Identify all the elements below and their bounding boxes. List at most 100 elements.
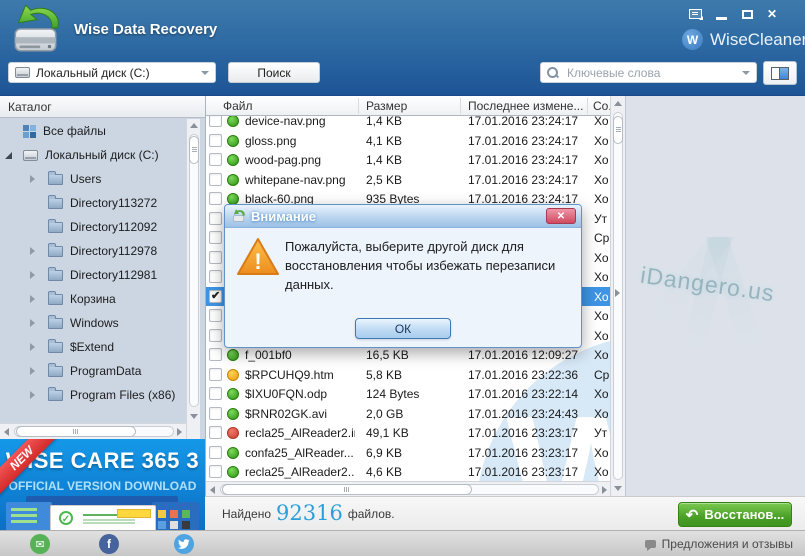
title-bar: Wise Data Recovery ✕ W WiseCleaner Локал… <box>0 0 805 95</box>
table-row[interactable]: confa25_AlReader...6,9 KB17.01.2016 23:2… <box>206 443 610 463</box>
expand-arrow-icon[interactable] <box>30 391 35 399</box>
file-modified: 17.01.2016 23:24:17 <box>468 134 578 148</box>
file-status: Хо <box>594 309 609 323</box>
tree-item[interactable]: Users <box>0 167 186 191</box>
tree-item[interactable]: Корзина <box>0 287 186 311</box>
column-header-modified[interactable]: Последнее измене... <box>468 99 583 113</box>
table-row[interactable]: $RPCUHQ9.htm5,8 KB17.01.2016 23:22:36Ср <box>206 365 610 385</box>
expand-arrow-icon[interactable] <box>30 319 35 327</box>
table-row[interactable]: recla25_AlReader2.ini49,1 KB17.01.2016 2… <box>206 423 610 443</box>
expand-arrow-icon[interactable] <box>30 271 35 279</box>
recover-button[interactable]: ↶ Восстанов... <box>678 502 792 527</box>
keyword-input[interactable] <box>565 65 742 81</box>
collapse-arrow-icon[interactable] <box>5 152 12 159</box>
tree-item-label: Корзина <box>70 292 116 306</box>
row-checkbox[interactable] <box>209 387 222 400</box>
column-header-file[interactable]: Файл <box>223 99 253 113</box>
status-bar: Найдено 92316 файлов. ↶ Восстанов... <box>205 496 805 530</box>
search-button[interactable]: Поиск <box>228 62 320 83</box>
tree-item[interactable]: $Extend <box>0 335 186 359</box>
preview-panel-toggle-button[interactable] <box>763 61 797 85</box>
file-name: gloss.png <box>245 134 296 148</box>
tree-item[interactable]: Directory112981 <box>0 263 186 287</box>
row-checkbox[interactable] <box>209 465 222 478</box>
row-checkbox[interactable] <box>209 407 222 420</box>
table-row[interactable]: gloss.png4,1 KB17.01.2016 23:24:17Хо <box>206 131 610 151</box>
minimize-icon[interactable] <box>709 4 733 24</box>
row-checkbox[interactable] <box>209 173 222 186</box>
wisecleaner-logo-icon: W <box>682 29 703 50</box>
file-status: Хо <box>594 446 609 460</box>
wise-care-promo-banner[interactable]: WISE CARE 365 3 OFFICIAL VERSION DOWNLOA… <box>0 439 205 532</box>
file-size: 1,4 KB <box>366 114 402 128</box>
file-modified: 17.01.2016 23:22:14 <box>468 387 578 401</box>
ok-button[interactable]: ОК <box>355 318 451 339</box>
tree-item[interactable]: Program Files (x86) <box>0 383 186 407</box>
row-checkbox[interactable] <box>209 251 222 264</box>
row-checkbox[interactable] <box>209 212 222 225</box>
row-checkbox[interactable] <box>209 192 222 205</box>
sidebar-vertical-scrollbar[interactable] <box>186 119 200 439</box>
status-dot-icon <box>227 369 239 381</box>
tree-item[interactable]: Directory113272 <box>0 191 186 215</box>
file-name: recla25_AlReader2.ini <box>245 426 355 440</box>
menu-icon[interactable] <box>683 4 707 24</box>
tree-item[interactable]: Directory112978 <box>0 239 186 263</box>
row-checkbox[interactable] <box>209 290 222 303</box>
tree-item[interactable]: Windows <box>0 311 186 335</box>
column-header-size[interactable]: Размер <box>366 99 407 113</box>
row-checkbox[interactable] <box>209 426 222 439</box>
expand-arrow-icon[interactable] <box>30 295 35 303</box>
recover-arrow-icon: ↶ <box>686 506 699 524</box>
table-row[interactable]: $IXU0FQN.odp124 Bytes17.01.2016 23:22:14… <box>206 384 610 404</box>
table-row[interactable]: whitepane-nav.png2,5 KB17.01.2016 23:24:… <box>206 170 610 190</box>
dialog-title-bar[interactable]: Внимание ✕ <box>225 205 581 228</box>
row-checkbox[interactable] <box>209 309 222 322</box>
row-checkbox[interactable] <box>209 231 222 244</box>
row-checkbox[interactable] <box>209 329 222 342</box>
search-icon <box>547 67 559 79</box>
facebook-icon[interactable]: f <box>99 534 119 554</box>
tree-item[interactable]: ProgramData <box>0 359 186 383</box>
feedback-link[interactable]: Предложения и отзывы <box>645 531 793 556</box>
tree-item[interactable]: Directory112092 <box>0 215 186 239</box>
tree-item[interactable]: Локальный диск (C:) <box>0 143 186 167</box>
table-row[interactable]: recla25_AlReader2...4,6 KB17.01.2016 23:… <box>206 462 610 482</box>
brand: W WiseCleaner <box>682 29 805 50</box>
folder-icon <box>48 294 63 305</box>
expand-arrow-icon[interactable] <box>30 247 35 255</box>
twitter-icon[interactable] <box>174 534 194 554</box>
row-checkbox[interactable] <box>209 134 222 147</box>
expand-arrow-icon[interactable] <box>30 175 35 183</box>
warning-dialog: Внимание ✕ ! Пожалуйста, выберите другой… <box>224 204 582 348</box>
file-name: $RPCUHQ9.htm <box>245 368 334 382</box>
file-modified: 17.01.2016 23:22:36 <box>468 368 578 382</box>
file-modified: 17.01.2016 23:24:17 <box>468 114 578 128</box>
tree-item-label: Directory113272 <box>70 196 157 210</box>
row-checkbox[interactable] <box>209 153 222 166</box>
column-header-status[interactable]: Со... <box>593 99 610 113</box>
tree-item[interactable]: Все файлы <box>0 119 186 143</box>
folder-icon <box>48 246 63 257</box>
status-dot-icon <box>227 447 239 459</box>
status-dot-icon <box>227 115 239 127</box>
expand-arrow-icon[interactable] <box>30 343 35 351</box>
expand-arrow-icon[interactable] <box>30 367 35 375</box>
dialog-close-icon[interactable]: ✕ <box>546 208 576 224</box>
tree-item-label: Directory112978 <box>70 244 157 258</box>
table-horizontal-scrollbar[interactable] <box>206 481 610 496</box>
drive-select-dropdown[interactable]: Локальный диск (C:) <box>8 62 216 83</box>
mail-icon[interactable]: ✉ <box>30 534 50 554</box>
file-status: Хо <box>594 348 609 362</box>
row-checkbox[interactable] <box>209 348 222 361</box>
sidebar-horizontal-scrollbar[interactable] <box>0 423 186 439</box>
row-checkbox[interactable] <box>209 368 222 381</box>
maximize-icon[interactable] <box>735 4 759 24</box>
close-icon[interactable]: ✕ <box>760 4 784 24</box>
table-row[interactable]: $RNR02GK.avi2,0 GB17.01.2016 23:24:43Хо <box>206 404 610 424</box>
folder-icon <box>48 198 63 209</box>
table-vertical-scrollbar[interactable] <box>610 96 625 496</box>
row-checkbox[interactable] <box>209 446 222 459</box>
row-checkbox[interactable] <box>209 270 222 283</box>
table-row[interactable]: wood-pag.png1,4 KB17.01.2016 23:24:17Хо <box>206 150 610 170</box>
